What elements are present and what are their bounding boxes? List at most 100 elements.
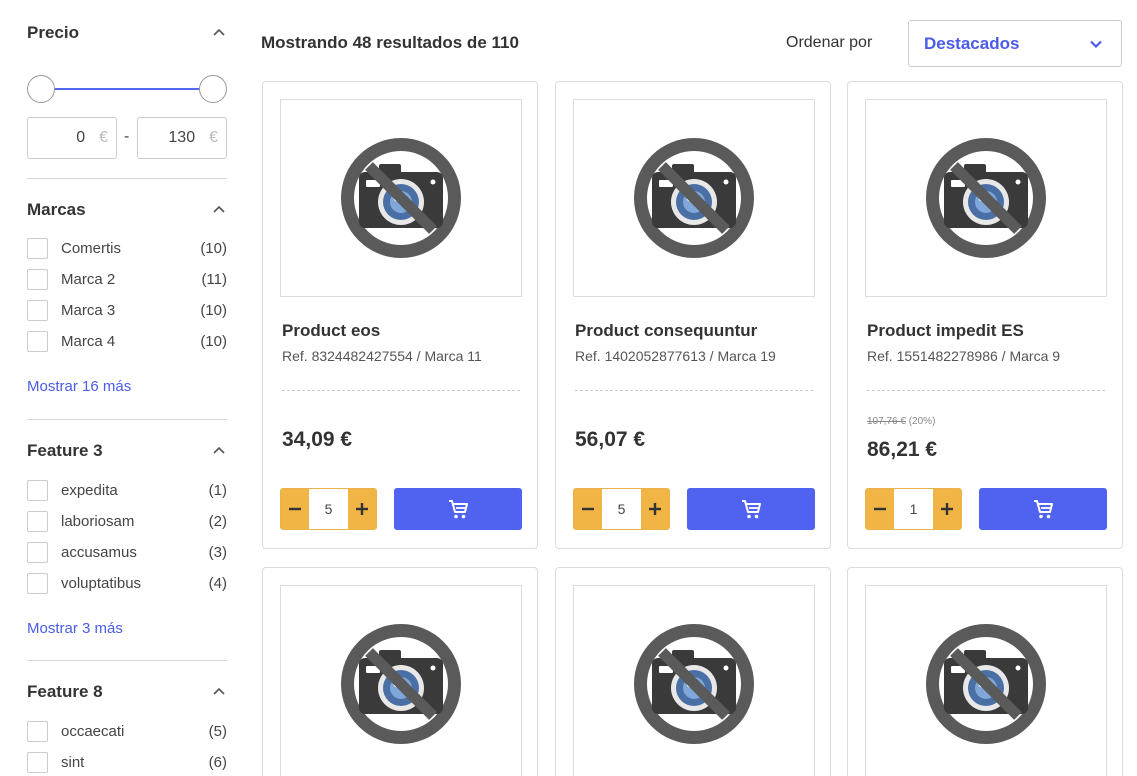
feature-option[interactable]: voluptatibus (4) [27,572,227,594]
brands-filter-header[interactable]: Marcas [27,200,227,220]
product-image[interactable] [280,585,522,776]
divider [27,178,227,179]
add-to-cart-button[interactable] [687,488,815,530]
sort-value: Destacados [924,33,1020,53]
minus-icon [874,507,886,511]
product-ref: Ref. 8324482427554 / Marca 11 [282,348,482,364]
increase-button[interactable] [641,489,669,529]
brand-option[interactable]: Marca 2 (11) [27,268,227,290]
price-filter-title: Precio [27,23,79,42]
price-max-input[interactable]: 130 € [137,117,227,159]
add-to-cart-button[interactable] [979,488,1107,530]
product-image[interactable] [280,99,522,297]
checkbox[interactable] [27,751,48,773]
brand-option[interactable]: Comertis (10) [27,237,227,259]
option-count: (1) [208,481,227,499]
checkbox[interactable] [27,510,48,532]
product-image[interactable] [573,585,815,776]
show-more-feature3-link[interactable]: Mostrar 3 más [27,620,123,637]
product-price: 34,09 € [282,428,353,451]
euro-icon: € [209,129,218,146]
sort-label: Ordenar por [786,34,873,51]
old-price-value: 107,76 € [867,416,906,427]
product-image[interactable] [865,99,1107,297]
feature-option[interactable]: expedita (1) [27,479,227,501]
product-card[interactable]: Product eos Ref. 8324482427554 / Marca 1… [262,81,538,549]
slider-min-handle[interactable] [27,75,55,103]
price-min-input[interactable]: 0 € [27,117,117,159]
option-count: (3) [208,543,227,561]
product-image[interactable] [865,585,1107,776]
show-more-brands-link[interactable]: Mostrar 16 más [27,378,131,395]
checkbox[interactable] [27,268,48,290]
increase-button[interactable] [933,489,961,529]
option-count: (6) [208,753,227,771]
no-camera-icon [634,624,754,744]
product-card[interactable]: Product impedit ES Ref. 1551482278986 / … [847,81,1123,549]
product-card[interactable]: Product consequuntur Ref. 1402052877613 … [555,81,831,549]
product-card[interactable] [262,567,538,776]
quantity-value[interactable]: 5 [309,489,348,529]
product-card[interactable] [555,567,831,776]
option-label: laboriosam [61,512,135,530]
price-range-slider[interactable] [27,73,227,103]
brand-option[interactable]: Marca 4 (10) [27,330,227,352]
product-name[interactable]: Product impedit ES [867,321,1024,341]
plus-icon [649,503,661,515]
option-count: (10) [200,301,227,319]
euro-icon: € [99,129,108,146]
quantity-value[interactable]: 5 [602,489,641,529]
checkbox[interactable] [27,720,48,742]
option-label: Marca 3 [61,301,116,319]
checkbox[interactable] [27,541,48,563]
checkbox[interactable] [27,330,48,352]
chevron-up-icon[interactable] [211,25,227,41]
product-name[interactable]: Product eos [282,321,380,341]
chevron-down-icon [1090,40,1102,48]
quantity-value[interactable]: 1 [894,489,933,529]
chevron-up-icon[interactable] [211,684,227,700]
divider [27,660,227,661]
feature-option[interactable]: accusamus (3) [27,541,227,563]
product-image[interactable] [573,99,815,297]
chevron-up-icon[interactable] [211,202,227,218]
slider-max-handle[interactable] [199,75,227,103]
increase-button[interactable] [348,489,376,529]
cart-icon [1034,500,1053,519]
feature8-filter-header[interactable]: Feature 8 [27,682,227,702]
feature3-filter-title: Feature 3 [27,441,103,460]
cart-icon [449,500,468,519]
product-ref: Ref. 1402052877613 / Marca 19 [575,348,776,364]
chevron-up-icon[interactable] [211,443,227,459]
quantity-stepper[interactable]: 1 [865,488,962,530]
slider-track [41,88,213,90]
add-to-cart-button[interactable] [394,488,522,530]
feature-option[interactable]: laboriosam (2) [27,510,227,532]
checkbox[interactable] [27,479,48,501]
feature-option[interactable]: occaecati (5) [27,720,227,742]
decrease-button[interactable] [574,489,602,529]
brand-option[interactable]: Marca 3 (10) [27,299,227,321]
option-count: (10) [200,239,227,257]
option-label: occaecati [61,722,125,740]
checkbox[interactable] [27,237,48,259]
price-min-value: 0 [76,129,86,146]
no-camera-icon [926,138,1046,258]
checkbox[interactable] [27,299,48,321]
sort-select[interactable]: Destacados [908,20,1122,67]
product-name[interactable]: Product consequuntur [575,321,757,341]
decrease-button[interactable] [866,489,894,529]
product-ref: Ref. 1551482278986 / Marca 9 [867,348,1061,364]
feature3-filter-header[interactable]: Feature 3 [27,441,227,461]
feature-option[interactable]: sint (6) [27,751,227,773]
product-card[interactable] [847,567,1123,776]
option-label: voluptatibus [61,574,142,592]
checkbox[interactable] [27,572,48,594]
quantity-stepper[interactable]: 5 [280,488,377,530]
quantity-stepper[interactable]: 5 [573,488,670,530]
price-filter-header[interactable]: Precio [27,23,227,43]
brands-filter-title: Marcas [27,200,86,219]
old-price: 107,76 € (20%) [867,416,935,427]
decrease-button[interactable] [281,489,309,529]
option-count: (4) [208,574,227,592]
